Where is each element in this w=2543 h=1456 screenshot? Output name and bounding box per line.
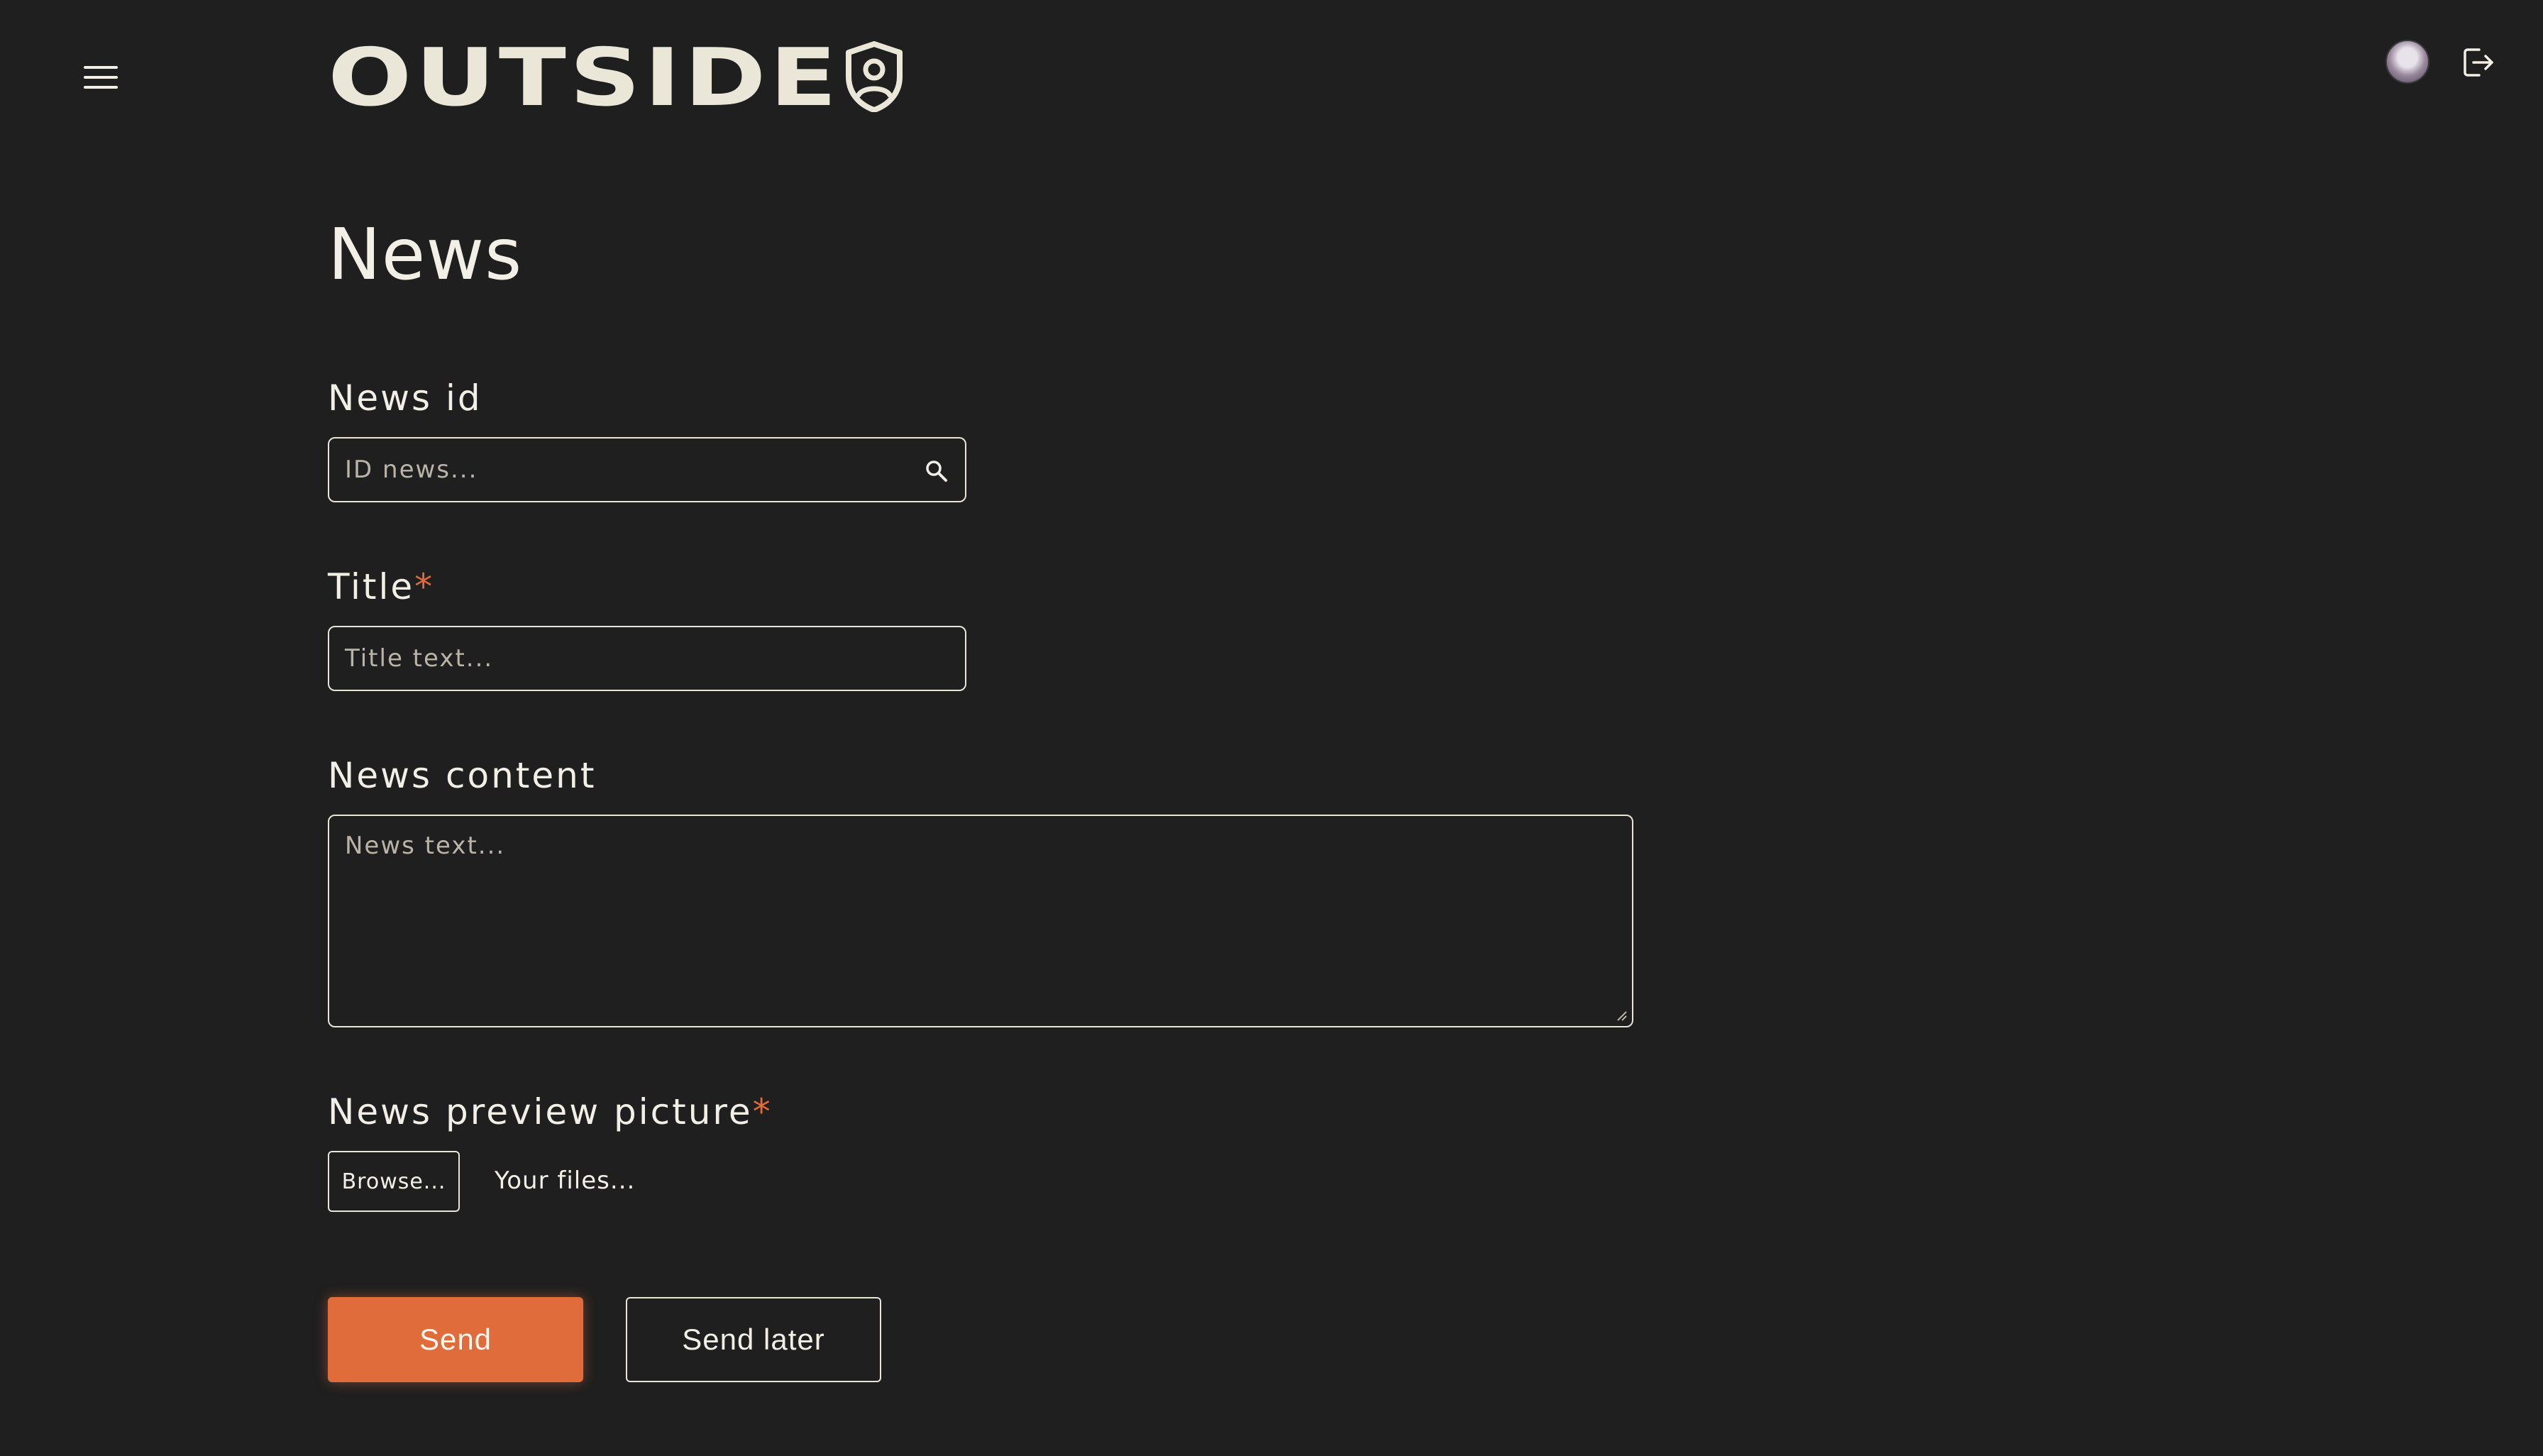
logout-icon[interactable] [2462, 47, 2495, 78]
news-content-label: News content [328, 755, 597, 796]
required-mark: * [752, 1091, 773, 1132]
title-label-text: Title [328, 566, 415, 607]
selected-files-text: Your files... [495, 1167, 636, 1195]
menu-line [84, 86, 118, 89]
resize-grip-icon[interactable] [1615, 1009, 1628, 1022]
shield-user-icon [846, 41, 903, 112]
page-title: News [328, 213, 523, 296]
search-icon[interactable] [924, 458, 949, 484]
news-id-input[interactable]: ID news... [328, 437, 966, 502]
required-mark: * [414, 566, 435, 607]
hamburger-menu-icon[interactable] [78, 62, 125, 94]
news-page: OUTSIDE News News id ID news... Title* T… [0, 0, 2543, 1456]
news-content-placeholder: News text... [345, 832, 506, 860]
send-later-button[interactable]: Send later [626, 1297, 881, 1382]
title-placeholder: Title text... [345, 644, 494, 673]
send-button[interactable]: Send [328, 1297, 583, 1382]
user-avatar[interactable] [2385, 40, 2429, 84]
menu-line [84, 76, 118, 79]
logo-text: OUTSIDE [328, 31, 841, 124]
news-id-placeholder: ID news... [345, 456, 478, 484]
preview-picture-label-text: News preview picture [328, 1091, 753, 1132]
browse-button[interactable]: Browse... [328, 1151, 460, 1212]
menu-line [84, 66, 118, 69]
title-input[interactable]: Title text... [328, 626, 966, 691]
news-id-label: News id [328, 377, 482, 419]
preview-picture-label: News preview picture* [328, 1091, 773, 1132]
news-content-textarea[interactable]: News text... [328, 815, 1633, 1027]
logo[interactable]: OUTSIDE [328, 35, 837, 119]
title-label: Title* [328, 566, 434, 607]
